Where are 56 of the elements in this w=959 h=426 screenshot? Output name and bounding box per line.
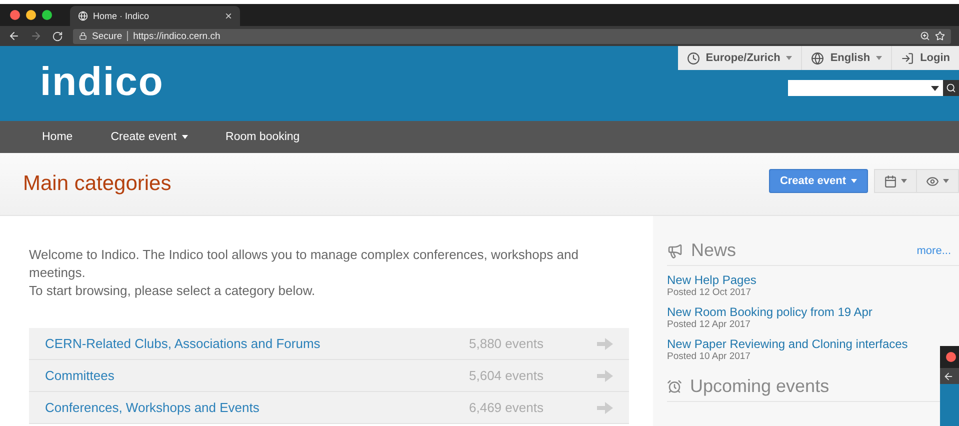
indico-logo[interactable]: indico — [0, 46, 164, 121]
favicon-icon — [78, 11, 88, 21]
close-window-icon[interactable] — [10, 10, 20, 20]
news-link[interactable]: New Room Booking policy from 19 Apr — [667, 305, 872, 319]
search-icon — [946, 83, 956, 93]
more-link[interactable]: more... — [916, 244, 951, 256]
category-link[interactable]: Committees — [45, 368, 469, 383]
category-link[interactable]: CERN-Related Clubs, Associations and Forums — [45, 336, 469, 351]
timezone-dropdown[interactable]: Europe/Zurich — [678, 46, 802, 70]
nav-link[interactable]: Room booking — [226, 131, 300, 143]
news-date: Posted 12 Oct 2017 — [667, 287, 751, 298]
forward-icon[interactable] — [30, 30, 42, 42]
caret-icon[interactable] — [931, 86, 939, 90]
event-count: 5,604 events — [469, 368, 544, 383]
create-event-button[interactable]: Create event — [768, 169, 868, 193]
globe-icon — [811, 52, 824, 64]
maximize-window-icon[interactable] — [42, 10, 52, 20]
login-icon — [901, 52, 914, 64]
browser-tab[interactable]: Home · Indico × — [70, 6, 240, 26]
close-window-icon[interactable] — [946, 352, 956, 362]
lock-icon — [79, 32, 87, 40]
news-date: Posted 10 Apr 2017 — [667, 351, 750, 362]
address-bar[interactable]: Secure https://indico.cern.ch — [73, 28, 951, 44]
tab-close-button[interactable]: × — [224, 9, 232, 23]
page-title: Main categories — [23, 172, 172, 196]
zoom-icon[interactable] — [920, 31, 930, 41]
clock-icon — [686, 52, 700, 64]
welcome-text: To start browsing, please select a category below. — [29, 282, 316, 300]
search-field[interactable] — [788, 80, 943, 96]
megaphone-icon — [667, 242, 683, 258]
eye-icon — [926, 174, 939, 188]
bookmark-star-icon[interactable] — [935, 31, 945, 41]
login-link[interactable]: Login — [891, 46, 959, 70]
language-dropdown[interactable]: English — [801, 46, 892, 70]
back-icon[interactable] — [943, 370, 954, 382]
app-window[interactable] — [940, 346, 959, 426]
secure-label: Secure — [92, 30, 122, 42]
minimize-window-icon[interactable] — [26, 10, 36, 20]
alarm-clock-icon — [667, 379, 682, 394]
news-heading: News — [691, 240, 738, 261]
url-text: https://indico.cern.ch — [133, 30, 220, 42]
event-count: 6,469 events — [469, 400, 544, 415]
caret-icon[interactable] — [182, 135, 188, 139]
upcoming-heading: Upcoming events — [690, 376, 830, 397]
nav-link[interactable]: Home — [42, 131, 73, 143]
back-icon[interactable] — [8, 30, 20, 42]
news-link[interactable]: New Help Pages — [667, 273, 756, 287]
nav-link[interactable]: Create event — [110, 131, 188, 143]
category-link[interactable]: Conferences, Workshops and Events — [45, 400, 469, 415]
news-date: Posted 12 Apr 2017 — [667, 319, 750, 330]
calendar-icon — [884, 174, 897, 188]
reload-icon[interactable] — [52, 30, 63, 42]
search-button[interactable] — [943, 80, 959, 96]
event-count: 5,880 events — [469, 336, 544, 351]
welcome-text: Welcome to Indico. The Indico tool allows you to manage complex conferences, workshops and meetings. — [29, 246, 580, 282]
news-link[interactable]: New Paper Reviewing and Cloning interfaces — [667, 337, 908, 351]
